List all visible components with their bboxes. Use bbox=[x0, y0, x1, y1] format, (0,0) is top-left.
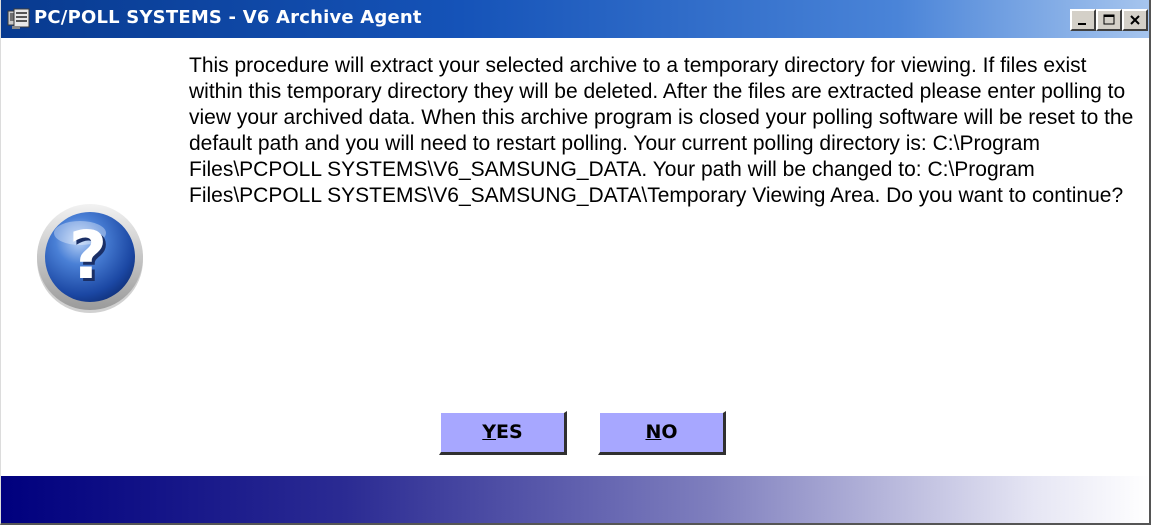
title-bar[interactable]: PC/POLL SYSTEMS - V6 Archive Agent bbox=[1, 0, 1149, 38]
maximize-button[interactable] bbox=[1096, 9, 1122, 31]
no-accelerator: N bbox=[645, 421, 662, 443]
no-label-rest: O bbox=[661, 421, 678, 443]
close-button[interactable] bbox=[1122, 9, 1148, 31]
maximize-icon bbox=[1103, 14, 1115, 25]
window-title: PC/POLL SYSTEMS - V6 Archive Agent bbox=[34, 7, 422, 28]
dialog-window: PC/POLL SYSTEMS - V6 Archive Agent ? ? T… bbox=[0, 0, 1151, 525]
question-help-icon: ? ? bbox=[37, 204, 143, 313]
no-button[interactable]: NO bbox=[598, 411, 726, 455]
app-icon bbox=[7, 8, 30, 29]
minimize-button[interactable] bbox=[1070, 9, 1096, 31]
yes-accelerator: Y bbox=[482, 421, 497, 443]
close-icon bbox=[1130, 15, 1140, 25]
svg-text:?: ? bbox=[69, 217, 107, 294]
minimize-icon bbox=[1078, 23, 1086, 25]
yes-button[interactable]: YES bbox=[439, 411, 567, 455]
yes-label-rest: ES bbox=[496, 421, 523, 443]
dialog-message: This procedure will extract your selecte… bbox=[189, 54, 1134, 207]
gradient-footer-bar bbox=[1, 476, 1149, 523]
